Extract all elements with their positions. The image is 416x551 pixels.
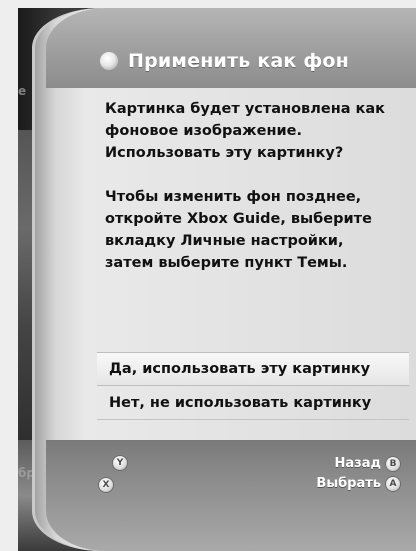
option-yes-use-picture[interactable]: Да, использовать эту картинку xyxy=(97,352,409,386)
background-partial-text: е xyxy=(18,84,27,98)
dialog-message-paragraph: Картинка будет установлена как фоновое и… xyxy=(105,101,386,161)
dialog-title: Применить как фон xyxy=(128,50,349,72)
dialog-title-row: Применить как фон xyxy=(86,46,406,76)
back-label: Назад xyxy=(334,456,381,471)
option-no-dont-use-picture[interactable]: Нет, не использовать картинку xyxy=(97,386,409,420)
a-button-icon: A xyxy=(386,476,400,491)
screen: е бр Применить как фон Картинка будет ус… xyxy=(0,0,416,551)
xbox-orb-icon xyxy=(100,52,118,70)
select-hint[interactable]: Выбрать A xyxy=(250,476,400,491)
options-list: Да, использовать эту картинку Нет, не ис… xyxy=(97,352,409,420)
select-label: Выбрать xyxy=(316,476,381,491)
dialog-message: Картинка будет установлена как фоновое и… xyxy=(105,98,410,296)
dialog-message-paragraph: Чтобы изменить фон позднее, откройте Xbo… xyxy=(105,189,372,271)
y-button-icon[interactable]: Y xyxy=(113,456,127,470)
b-button-icon: B xyxy=(386,456,400,471)
x-button-icon[interactable]: X xyxy=(99,478,113,492)
back-hint[interactable]: Назад B xyxy=(250,456,400,471)
